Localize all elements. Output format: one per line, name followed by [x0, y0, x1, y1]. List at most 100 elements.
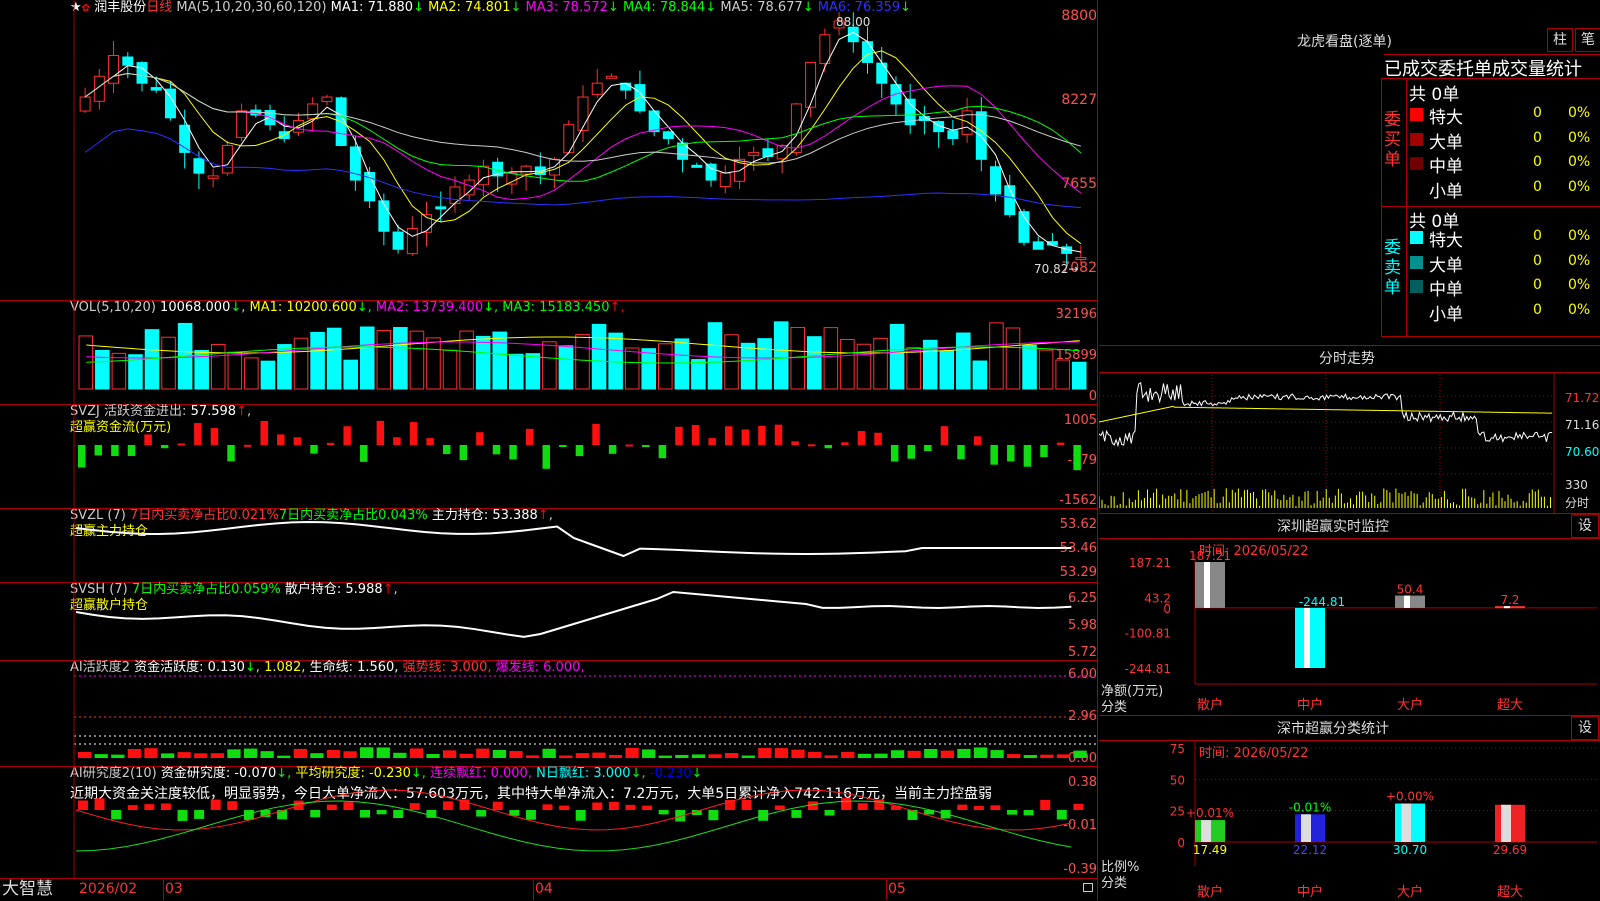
volume-bar: [641, 348, 657, 390]
date-tick: 2026/02: [79, 881, 138, 897]
net-bar-highlight: [1404, 595, 1410, 608]
flow-bar: [227, 445, 235, 462]
research-bar: [343, 802, 354, 810]
sell-side-label: 委卖单: [1384, 238, 1401, 298]
date-separator: [886, 880, 887, 900]
volume-bar: [393, 327, 408, 390]
candle-body: [307, 103, 319, 120]
research-bar: [1056, 810, 1067, 820]
flow-bar: [409, 422, 418, 445]
order-size-label: 中单: [1429, 157, 1463, 177]
research-svg[interactable]: [0, 766, 1098, 878]
classify-xlabel: 分类: [1101, 876, 1128, 891]
ai2-svg[interactable]: [0, 660, 1098, 766]
flow-bar: [509, 445, 517, 460]
activity-bar: [260, 751, 274, 758]
candle-body: [406, 227, 418, 255]
flow-bar: [874, 432, 882, 445]
activity-bar: [293, 748, 307, 758]
research-bar: [409, 803, 420, 810]
volume-bar: [790, 326, 806, 390]
activity-bar: [907, 750, 921, 758]
research-bar: [144, 804, 155, 810]
intraday-vol-label: 330: [1565, 478, 1588, 492]
intraday-axis-bottom: 70.60: [1565, 445, 1600, 459]
longhu-panel: 龙虎看盘(逐单) 柱 笔 已成交委托单成交量统计 委买单 共 0单 委卖单 共 …: [1099, 0, 1600, 345]
research-bar: [476, 810, 487, 817]
retail-line: [75, 590, 1072, 638]
main-chart-area[interactable]: ★✿ 润丰股份日线 MA(5,10,20,30,60,120) MA1: 71.…: [0, 0, 1098, 900]
volume-bar: [525, 353, 541, 390]
ratio-bar-highlight: [1201, 820, 1211, 842]
activity-bar: [194, 753, 208, 758]
flow-bar: [990, 445, 998, 465]
flow-bar: [708, 438, 716, 445]
volume-bar: [310, 331, 325, 390]
intraday-svg[interactable]: [1099, 372, 1600, 514]
color-swatch: [1410, 231, 1423, 244]
flow-bar: [326, 442, 335, 445]
volume-bar: [707, 322, 723, 390]
research-bar: [442, 801, 453, 810]
research-bar: [542, 804, 553, 810]
longhu-title: 龙虎看盘(逐单): [1297, 34, 1392, 50]
classify-chart[interactable]: 75 50 25 0 +0.01% 17.49 散户 -0.01% 22.12 中户 +0.00% 3…: [1099, 716, 1600, 901]
activity-bar: [160, 753, 175, 758]
flow-bar: [177, 443, 186, 446]
flow-bar: [924, 445, 932, 452]
category-label: 超大: [1497, 698, 1523, 713]
flow-bar: [1040, 445, 1048, 458]
kline-svg[interactable]: 88.00 70.82→: [0, 0, 1098, 300]
lock-icon[interactable]: [1083, 883, 1093, 892]
ma-line: [84, 31, 1081, 253]
bar-view-button[interactable]: 柱: [1547, 28, 1573, 52]
flow-bar: [78, 445, 86, 468]
order-count: 0: [1533, 105, 1542, 121]
order-percent: 0%: [1568, 277, 1591, 293]
volume-bar: [426, 337, 441, 390]
research-bar: [608, 801, 619, 810]
research-bar: [559, 805, 570, 810]
order-count: 0: [1533, 129, 1542, 146]
volume-bar: [244, 357, 259, 390]
volume-bar: [376, 330, 392, 390]
brand-label[interactable]: 大智慧: [2, 879, 53, 899]
candle-body: [506, 172, 518, 185]
divider: [0, 878, 1098, 879]
research-bar: [310, 810, 321, 818]
research-bar: [774, 805, 785, 810]
volume-svg[interactable]: [0, 300, 1098, 404]
activity-bar: [144, 748, 158, 758]
activity-bar: [243, 748, 258, 758]
candle-body: [805, 61, 817, 108]
candle-body: [662, 131, 674, 140]
activity-bar: [575, 753, 589, 758]
research-bar: [326, 804, 337, 810]
tick-view-button[interactable]: 笔: [1575, 28, 1600, 52]
activity-bar: [127, 749, 142, 758]
flow-bar: [376, 420, 385, 445]
candle-body: [691, 164, 703, 168]
category-label: 散户: [1197, 697, 1223, 713]
candle-body: [79, 96, 91, 112]
ratio-diff-label: +0.01%: [1186, 806, 1234, 820]
flow-bar: [525, 428, 534, 445]
research-bar: [360, 810, 370, 818]
svzl-svg[interactable]: [0, 508, 1098, 582]
monitor-chart[interactable]: 187.2143.20-100.81-244.81187.21散户-244.81…: [1099, 514, 1600, 716]
flow-bar: [426, 438, 434, 445]
order-size-label: 特大: [1429, 108, 1463, 128]
color-swatch: [1410, 132, 1423, 146]
intraday-panel[interactable]: 分时走势 71.72 71.16 70.60 330 分时: [1099, 345, 1600, 514]
activity-bar: [940, 750, 954, 758]
activity-bar: [277, 755, 291, 758]
svzj-svg[interactable]: [0, 404, 1098, 508]
flow-bar: [841, 442, 849, 445]
monitor-panel: 深圳超赢实时监控 设 时间: 2026/05/22 187.21 43.2 0 -10…: [1099, 513, 1600, 716]
order-percent: 0%: [1568, 129, 1591, 146]
flow-bar: [144, 434, 152, 445]
activity-bar: [841, 751, 855, 758]
activity-bar: [791, 749, 805, 758]
svsh-svg[interactable]: [0, 582, 1098, 660]
volume-bar: [293, 337, 309, 390]
